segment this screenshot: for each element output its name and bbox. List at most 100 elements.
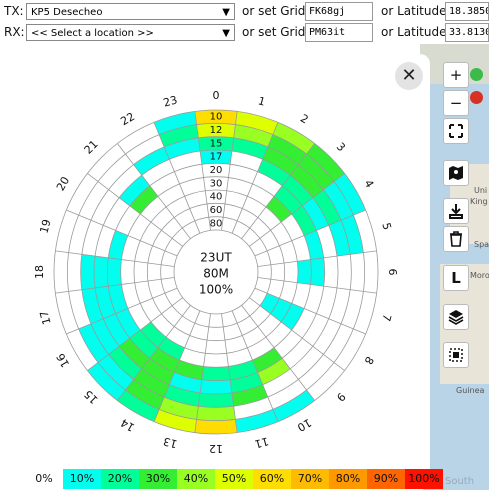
delete-button[interactable] <box>443 226 469 252</box>
zoom-out-button[interactable]: − <box>443 90 469 116</box>
chart-cell <box>201 366 231 381</box>
hour-label: 6 <box>386 269 399 276</box>
map-label: Moroc <box>470 271 489 280</box>
select-area-button[interactable] <box>443 342 469 368</box>
hour-label: 22 <box>118 110 137 128</box>
close-icon: ✕ <box>401 65 417 86</box>
map-label: Guinea <box>456 386 485 395</box>
legend: 0% 10% 20% 30% 40% 50% 60% 70% 80% 90% 100% <box>25 469 443 489</box>
control-bar: TX: KP5 Desecheo ▼ or set Grid: FK68gj o… <box>0 0 489 44</box>
legend-item: 70% <box>291 469 329 489</box>
chart-cell <box>196 406 236 421</box>
center-label: 23UT <box>200 251 232 265</box>
frequency-label: 10 <box>210 112 223 123</box>
chevron-down-icon: ▼ <box>222 28 230 39</box>
frequency-label: 20 <box>210 165 223 176</box>
chart-cell <box>80 254 96 290</box>
trash-icon <box>450 231 462 247</box>
propagation-chart-panel: 0 1 2 3 4 5 6 7 8 9 10 11 12 13 14 15 16 17 18 19 20 21 22 23 10… <box>0 54 430 490</box>
tx-label: TX: <box>4 4 24 18</box>
hour-label: 17 <box>37 309 53 326</box>
frequency-label: 15 <box>210 138 223 149</box>
hour-label: 21 <box>82 138 101 157</box>
hour-label: 7 <box>379 313 393 323</box>
chart-cell <box>94 256 109 288</box>
chart-cell <box>107 257 122 287</box>
tx-lat-input[interactable]: 18.3850 <box>445 2 489 21</box>
center-label: 80M <box>203 267 229 281</box>
frequency-label: 80 <box>210 218 223 229</box>
rx-lat-label: or Latitude: <box>381 25 451 39</box>
fullscreen-button[interactable] <box>443 118 469 144</box>
legend-item: 40% <box>177 469 215 489</box>
map-label: Spa <box>474 240 489 249</box>
tx-grid-label: or set Grid: <box>242 4 310 18</box>
select-area-icon <box>449 348 463 362</box>
hour-label: 23 <box>162 93 179 109</box>
chart-cell <box>200 379 232 394</box>
tx-grid-input[interactable]: FK68gj <box>305 2 373 21</box>
rx-label: RX: <box>4 25 25 39</box>
legend-item: 100% <box>405 469 443 489</box>
tx-lat-label: or Latitude: <box>381 4 451 18</box>
rx-marker-dot[interactable] <box>470 91 483 104</box>
legend-item: 20% <box>101 469 139 489</box>
download-button[interactable] <box>443 198 469 224</box>
hour-label: 13 <box>162 434 179 450</box>
frequency-label: 17 <box>210 152 223 163</box>
l-button-label: L <box>451 269 461 287</box>
chevron-down-icon: ▼ <box>222 7 230 18</box>
rx-grid-input[interactable]: PM63it <box>305 23 373 42</box>
rx-location-select[interactable]: << Select a location >> ▼ <box>26 24 235 41</box>
fullscreen-icon <box>449 124 463 138</box>
hour-label: 9 <box>334 390 348 404</box>
close-button[interactable]: ✕ <box>395 62 423 90</box>
zoom-in-button[interactable]: + <box>443 62 469 88</box>
legend-item: 10% <box>63 469 101 489</box>
rx-location-value: << Select a location >> <box>31 28 154 39</box>
layers-icon <box>448 310 464 325</box>
rx-grid-label: or set Grid: <box>242 25 310 39</box>
chart-cell <box>198 392 234 408</box>
rx-lat-input[interactable]: 33.8130 <box>445 23 489 42</box>
hour-label: 8 <box>361 354 376 367</box>
layers-button[interactable] <box>443 304 469 330</box>
frequency-label: 12 <box>210 125 223 136</box>
chart-cell <box>310 257 325 287</box>
tx-location-select[interactable]: KP5 Desecheo ▼ <box>26 3 235 20</box>
legend-item: 90% <box>367 469 405 489</box>
hour-label: 1 <box>257 94 267 108</box>
tx-marker-dot[interactable] <box>470 68 483 81</box>
chart-cell <box>194 419 238 434</box>
map-icon <box>449 166 463 180</box>
hour-label: 15 <box>82 387 101 406</box>
center-label: 100% <box>199 283 233 297</box>
legend-item: 30% <box>139 469 177 489</box>
map-label: South <box>445 476 475 487</box>
map-button[interactable] <box>443 160 469 186</box>
frequency-label: 60 <box>210 205 223 216</box>
l-button[interactable]: L <box>443 265 469 291</box>
legend-item: 50% <box>215 469 253 489</box>
hour-label: 14 <box>118 416 137 434</box>
map-label: Uni <box>474 186 488 195</box>
tx-location-value: KP5 Desecheo <box>31 7 103 18</box>
hour-label: 3 <box>334 140 348 154</box>
hour-label: 12 <box>209 442 223 455</box>
legend-item: 80% <box>329 469 367 489</box>
hour-label: 2 <box>298 112 311 127</box>
hour-label: 5 <box>379 221 393 231</box>
frequency-label: 30 <box>210 178 223 189</box>
hour-label: 0 <box>213 89 220 102</box>
hour-label: 10 <box>295 416 314 434</box>
hour-label: 18 <box>33 265 46 279</box>
hour-label: 4 <box>361 177 376 190</box>
hour-label: 20 <box>54 174 72 193</box>
legend-item: 60% <box>253 469 291 489</box>
hour-label: 16 <box>54 351 72 370</box>
hour-label: 19 <box>37 218 53 235</box>
map-label: King <box>470 197 488 206</box>
legend-item: 0% <box>25 469 63 489</box>
propagation-polar-chart: 0 123456789101112131415161718192021222310… <box>33 89 399 455</box>
frequency-label: 40 <box>210 192 223 203</box>
